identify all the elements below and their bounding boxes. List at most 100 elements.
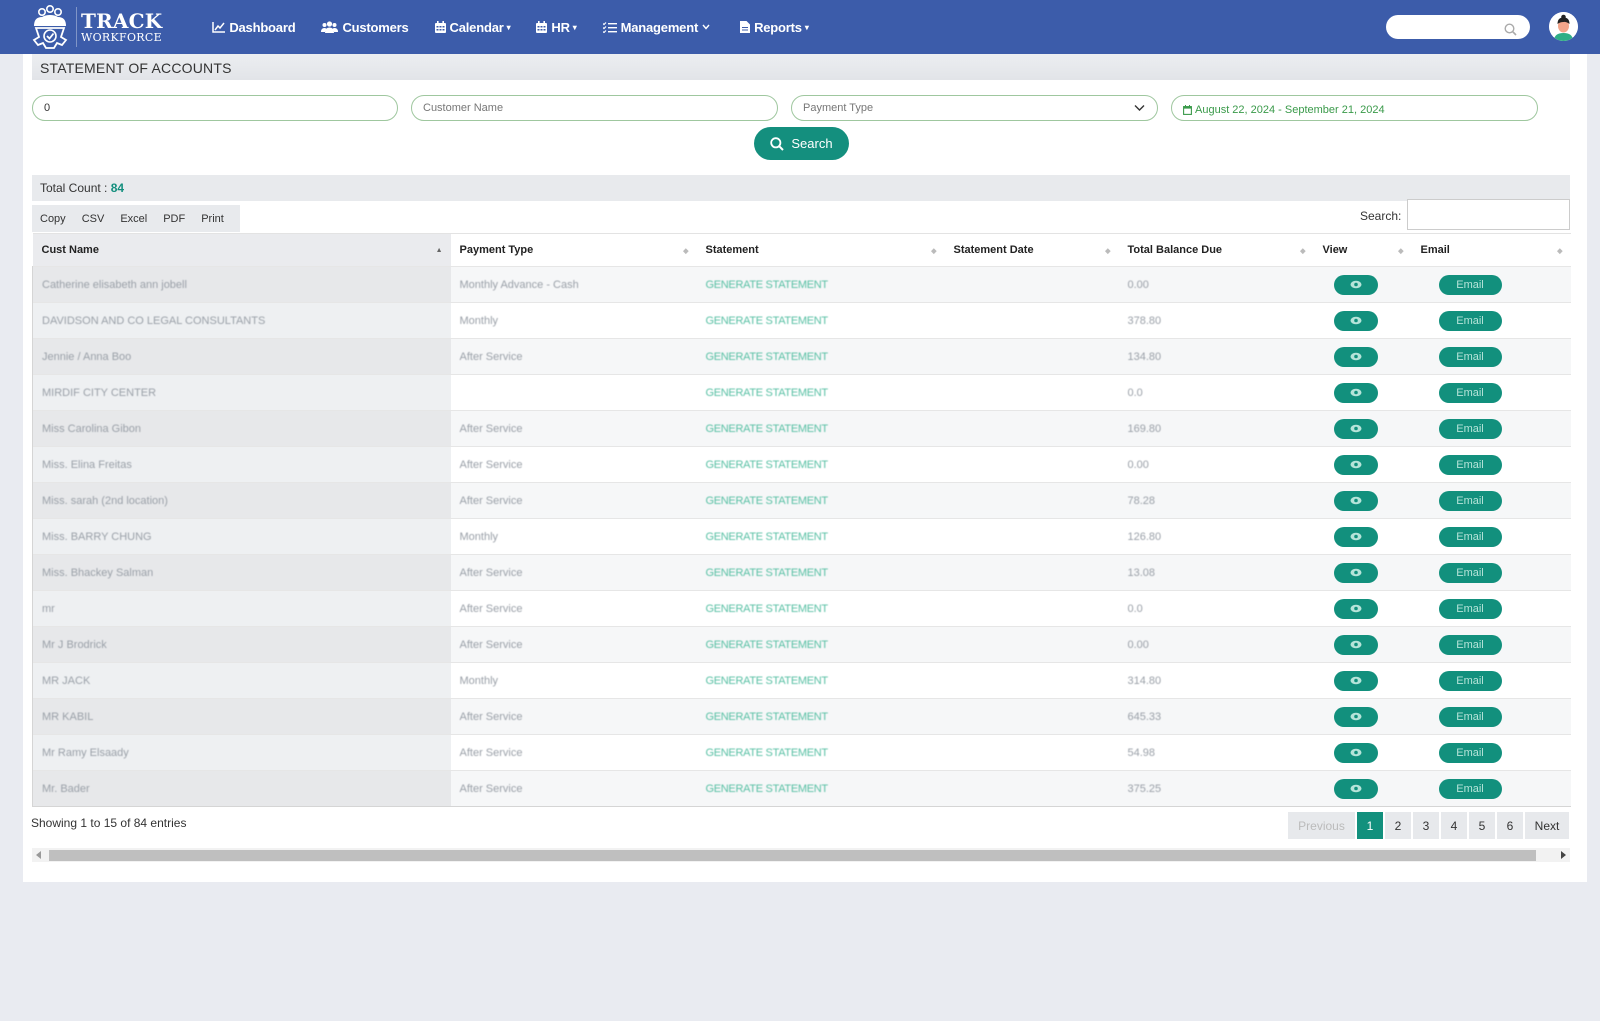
sort-icon: ◆ [1398,248,1404,255]
nav-reports[interactable]: Reports ▾ [740,20,809,35]
generate-statement-link[interactable]: GENERATE STATEMENT [706,279,829,291]
search-button[interactable]: Search [754,127,849,160]
page-button[interactable]: 1 [1357,812,1383,839]
brand-logo[interactable]: TRACK WORKFORCE [28,0,162,54]
page-button[interactable]: 5 [1469,812,1495,839]
cust-name-cell: DAVIDSON AND CO LEGAL CONSULTANTS [32,302,451,339]
generate-statement-link[interactable]: GENERATE STATEMENT [706,315,829,327]
view-button[interactable] [1333,634,1378,655]
generate-statement-link[interactable]: GENERATE STATEMENT [706,747,829,759]
generate-statement-link[interactable]: GENERATE STATEMENT [706,711,829,723]
view-button[interactable] [1333,778,1378,799]
page-button[interactable]: 2 [1385,812,1411,839]
view-cell [1313,770,1412,807]
email-button[interactable]: Email [1438,634,1502,655]
generate-statement-link[interactable]: GENERATE STATEMENT [706,351,829,363]
email-button[interactable]: Email [1438,598,1502,619]
view-button[interactable] [1333,454,1378,475]
customer-name-filter[interactable] [411,95,778,121]
email-button[interactable]: Email [1438,346,1502,367]
generate-statement-link[interactable]: GENERATE STATEMENT [706,495,829,507]
statement-cell: GENERATE STATEMENT [696,446,945,483]
col-total-balance-due[interactable]: Total Balance Due ◆ [1118,233,1314,267]
date-range-picker[interactable]: August 22, 2024 - September 21, 2024 [1171,95,1538,121]
next-page-button[interactable]: Next [1525,812,1569,839]
email-button[interactable]: Email [1438,454,1502,475]
statement-card: STATEMENT OF ACCOUNTS Payment Type Augus… [23,54,1579,882]
view-button[interactable] [1333,274,1378,295]
email-button[interactable]: Email [1438,562,1502,583]
email-button[interactable]: Email [1438,706,1502,727]
view-cell [1313,626,1412,663]
excel-button[interactable]: Excel [116,213,153,225]
view-button[interactable] [1333,670,1378,691]
nav-hr[interactable]: HR ▾ [536,20,577,35]
view-button[interactable] [1333,526,1378,547]
view-button[interactable] [1333,418,1378,439]
generate-statement-link[interactable]: GENERATE STATEMENT [706,423,829,435]
id-filter-input[interactable] [44,102,397,114]
email-cell: Email [1411,446,1571,483]
col-email[interactable]: Email ◆ [1411,233,1571,267]
horizontal-scrollbar[interactable] [32,848,1570,862]
view-button[interactable] [1333,598,1378,619]
eye-icon [1350,388,1361,397]
email-button[interactable]: Email [1438,670,1502,691]
previous-page-button[interactable]: Previous [1288,812,1355,839]
copy-button[interactable]: Copy [36,213,72,225]
cust-name-cell: Miss. BARRY CHUNG [32,518,451,555]
nav-calendar[interactable]: Calendar ▾ [434,20,511,35]
generate-statement-link[interactable]: GENERATE STATEMENT [706,387,829,399]
search-button-label: Search [791,136,833,151]
nav-customers[interactable]: Customers [321,20,409,35]
col-view[interactable]: View ◆ [1313,233,1412,267]
view-button[interactable] [1333,310,1378,331]
generate-statement-link[interactable]: GENERATE STATEMENT [706,675,829,687]
page-button[interactable]: 6 [1497,812,1523,839]
email-button[interactable]: Email [1438,778,1502,799]
view-button[interactable] [1333,742,1378,763]
generate-statement-link[interactable]: GENERATE STATEMENT [706,603,829,615]
search-icon[interactable] [1504,23,1517,36]
pdf-button[interactable]: PDF [159,213,191,225]
print-button[interactable]: Print [197,213,230,225]
col-statement-date[interactable]: Statement Date ◆ [944,233,1119,267]
nav-management[interactable]: Management [602,20,714,35]
scrollbar-thumb[interactable] [49,850,1536,861]
balance-cell: 13.08 [1118,554,1314,591]
csv-button[interactable]: CSV [78,213,111,225]
generate-statement-link[interactable]: GENERATE STATEMENT [706,639,829,651]
scroll-right-arrow-icon[interactable] [1561,851,1566,859]
view-button[interactable] [1333,346,1378,367]
email-button[interactable]: Email [1438,310,1502,331]
page-button[interactable]: 4 [1441,812,1467,839]
chart-line-icon [212,21,226,33]
view-button[interactable] [1333,562,1378,583]
email-button[interactable]: Email [1438,742,1502,763]
generate-statement-link[interactable]: GENERATE STATEMENT [706,459,829,471]
email-button[interactable]: Email [1438,526,1502,547]
col-cust-name[interactable]: Cust Name ▲ [32,233,451,267]
view-button[interactable] [1333,490,1378,511]
email-cell: Email [1411,734,1571,771]
id-filter[interactable] [32,95,398,121]
payment-type-select[interactable]: Payment Type [791,95,1158,121]
col-statement[interactable]: Statement ◆ [696,233,945,267]
generate-statement-link[interactable]: GENERATE STATEMENT [706,783,829,795]
customer-name-input[interactable] [423,102,777,114]
page-button[interactable]: 3 [1413,812,1439,839]
email-button[interactable]: Email [1438,274,1502,295]
table-search-input[interactable] [1407,199,1570,230]
email-button[interactable]: Email [1438,490,1502,511]
user-avatar[interactable] [1549,12,1578,41]
scroll-left-arrow-icon[interactable] [36,851,41,859]
view-button[interactable] [1333,706,1378,727]
cust-name-cell: Miss. Elina Freitas [32,446,451,483]
generate-statement-link[interactable]: GENERATE STATEMENT [706,567,829,579]
view-button[interactable] [1333,382,1378,403]
generate-statement-link[interactable]: GENERATE STATEMENT [706,531,829,543]
email-button[interactable]: Email [1438,382,1502,403]
email-button[interactable]: Email [1438,418,1502,439]
nav-dashboard[interactable]: Dashboard [212,20,296,35]
col-payment-type[interactable]: Payment Type ◆ [450,233,697,267]
